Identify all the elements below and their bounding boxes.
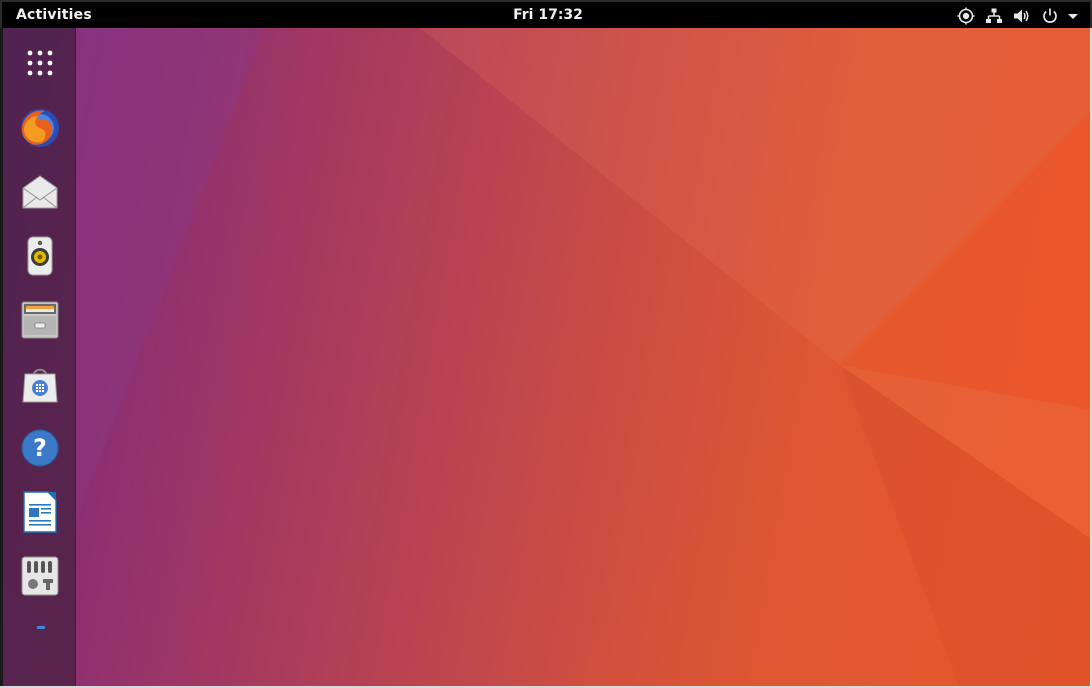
speaker-icon — [27, 236, 53, 276]
app-grid-icon — [27, 50, 53, 76]
mail-icon — [22, 175, 58, 209]
clock-button[interactable]: Fri 17:32 — [513, 7, 583, 23]
file-cabinet-icon — [21, 301, 59, 339]
thunderbird-mail-launcher[interactable] — [18, 170, 62, 214]
firefox-icon — [21, 109, 59, 147]
help-launcher[interactable]: ? — [18, 426, 62, 470]
settings-launcher[interactable] — [18, 554, 62, 598]
chevron-down-icon[interactable] — [1064, 7, 1082, 25]
svg-text:?: ? — [33, 434, 47, 462]
dock: ? — [3, 28, 76, 686]
accessibility-icon[interactable] — [957, 7, 975, 25]
show-applications-button[interactable] — [18, 44, 62, 88]
help-icon: ? — [21, 429, 59, 467]
libreoffice-writer-launcher[interactable] — [18, 490, 62, 534]
desktop-wallpaper — [0, 0, 1092, 688]
files-launcher[interactable] — [18, 298, 62, 342]
ubuntu-software-launcher[interactable] — [18, 362, 62, 406]
running-indicator — [37, 626, 45, 629]
firefox-launcher[interactable] — [18, 106, 62, 150]
settings-icon — [21, 556, 59, 596]
power-icon[interactable] — [1041, 7, 1059, 25]
writer-document-icon — [23, 491, 57, 533]
wallpaper-facets — [76, 28, 1092, 688]
shopping-bag-icon — [22, 368, 58, 403]
volume-icon[interactable] — [1013, 7, 1031, 25]
top-bar: Activities Fri 17:32 — [0, 0, 1092, 28]
activities-button[interactable]: Activities — [16, 7, 92, 23]
network-icon[interactable] — [985, 7, 1003, 25]
rhythmbox-launcher[interactable] — [18, 234, 62, 278]
